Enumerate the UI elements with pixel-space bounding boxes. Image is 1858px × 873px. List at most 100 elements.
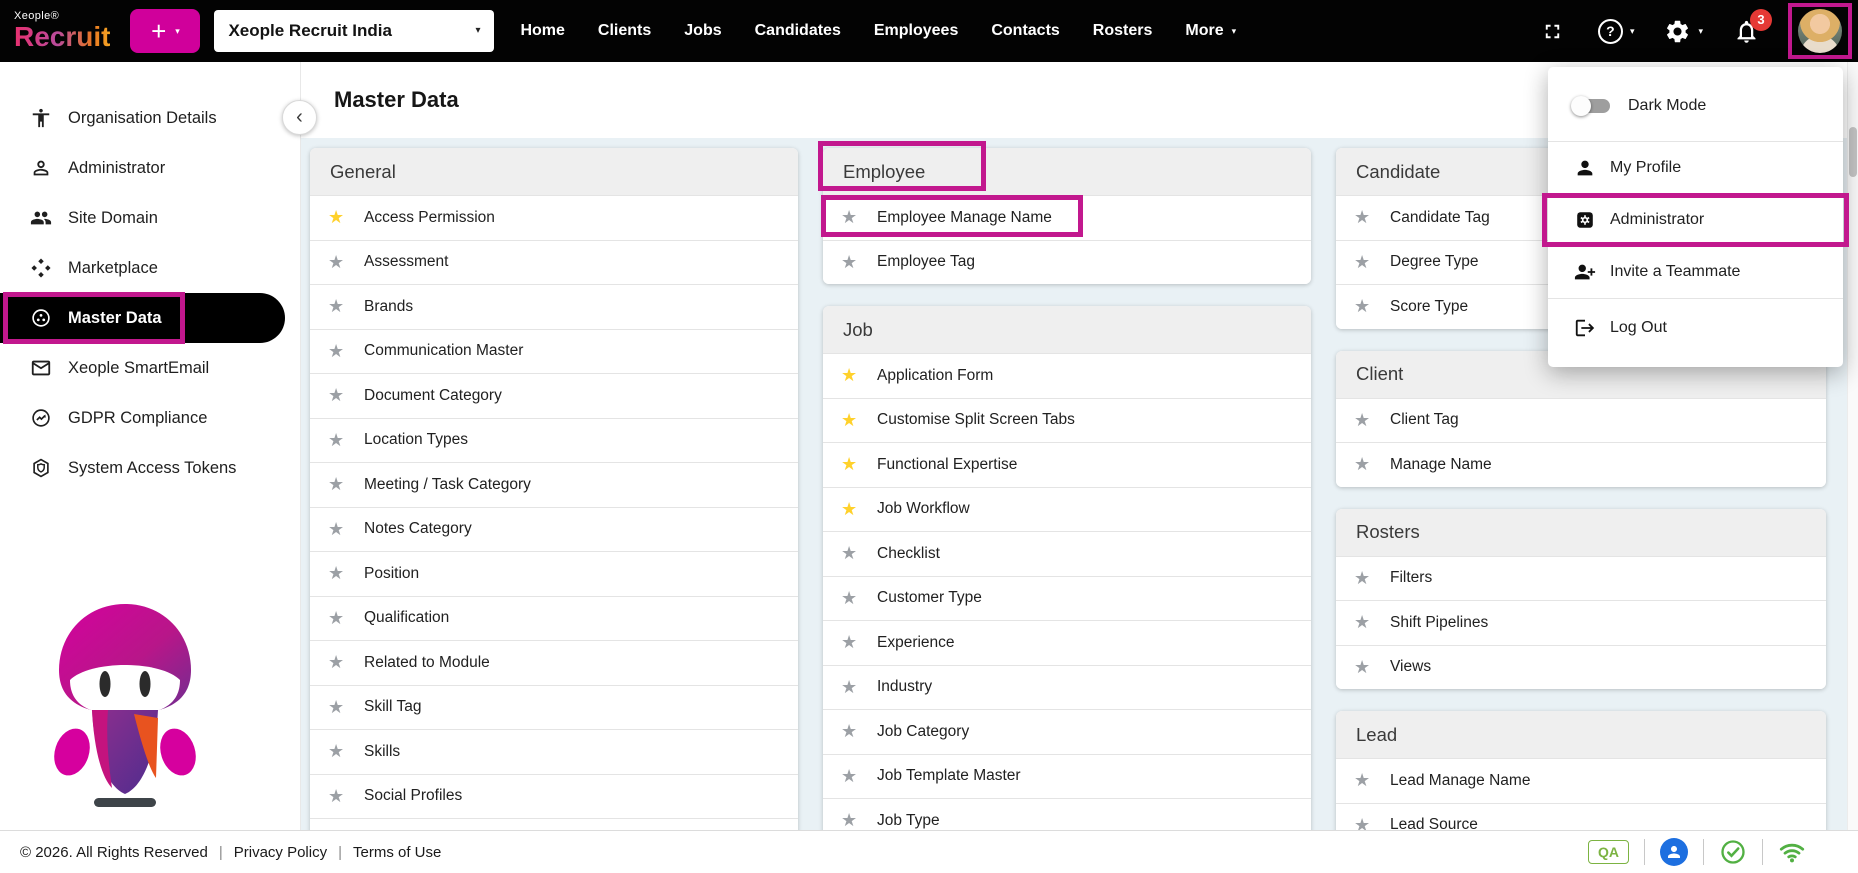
star-icon[interactable]: ★ bbox=[328, 341, 354, 362]
app-logo[interactable]: Xeople® Recruit bbox=[14, 11, 110, 51]
menu-item-invite-a-teammate[interactable]: Invite a Teammate bbox=[1548, 246, 1843, 298]
master-data-item-lead-source[interactable]: ★ Lead Source bbox=[1336, 802, 1826, 830]
master-data-item-checklist[interactable]: ★ Checklist bbox=[823, 531, 1311, 576]
dark-mode-toggle[interactable] bbox=[1571, 96, 1610, 116]
sidebar-item-organisation-details[interactable]: Organisation Details bbox=[0, 93, 300, 143]
star-icon[interactable]: ★ bbox=[841, 588, 867, 609]
star-icon[interactable]: ★ bbox=[328, 385, 354, 406]
master-data-item-location-types[interactable]: ★ Location Types bbox=[310, 417, 798, 462]
master-data-item-client-tag[interactable]: ★ Client Tag bbox=[1336, 397, 1826, 442]
master-data-item-manage-name[interactable]: ★ Manage Name bbox=[1336, 442, 1826, 487]
master-data-item-job-type[interactable]: ★ Job Type bbox=[823, 798, 1311, 830]
footer-link-privacy-policy[interactable]: Privacy Policy bbox=[234, 844, 327, 861]
master-data-item-job-workflow[interactable]: ★ Job Workflow bbox=[823, 486, 1311, 531]
master-data-item-application-form[interactable]: ★ Application Form bbox=[823, 353, 1311, 398]
star-icon[interactable]: ★ bbox=[841, 632, 867, 653]
user-avatar[interactable] bbox=[1798, 9, 1842, 53]
star-icon[interactable]: ★ bbox=[1354, 568, 1380, 589]
star-icon[interactable]: ★ bbox=[841, 365, 867, 386]
star-icon[interactable]: ★ bbox=[328, 608, 354, 629]
master-data-item-industry[interactable]: ★ Industry bbox=[823, 664, 1311, 709]
star-icon[interactable]: ★ bbox=[328, 786, 354, 807]
sidebar-item-master-data[interactable]: Master Data bbox=[0, 292, 300, 344]
sidebar-item-system-access-tokens[interactable]: System Access Tokens bbox=[0, 443, 300, 493]
star-icon[interactable]: ★ bbox=[841, 454, 867, 475]
organisation-selector[interactable]: Xeople Recruit India ▾ bbox=[214, 10, 495, 52]
master-data-item-communication-master[interactable]: ★ Communication Master bbox=[310, 328, 798, 373]
master-data-item-lead-manage-name[interactable]: ★ Lead Manage Name bbox=[1336, 758, 1826, 803]
fullscreen-icon[interactable] bbox=[1541, 20, 1564, 43]
star-icon[interactable]: ★ bbox=[841, 766, 867, 787]
master-data-item-notes-category[interactable]: ★ Notes Category bbox=[310, 506, 798, 551]
star-icon[interactable]: ★ bbox=[1354, 657, 1380, 678]
nav-item-rosters[interactable]: Rosters bbox=[1093, 22, 1153, 40]
master-data-item-social-profiles[interactable]: ★ Social Profiles bbox=[310, 773, 798, 818]
nav-item-clients[interactable]: Clients bbox=[598, 22, 651, 40]
star-icon[interactable]: ★ bbox=[1354, 410, 1380, 431]
menu-item-log-out[interactable]: Log Out bbox=[1548, 299, 1843, 357]
master-data-item-access-permission[interactable]: ★ Access Permission bbox=[310, 195, 798, 240]
star-icon[interactable]: ★ bbox=[328, 474, 354, 495]
master-data-item-job-template-master[interactable]: ★ Job Template Master bbox=[823, 753, 1311, 798]
master-data-item-document-category[interactable]: ★ Document Category bbox=[310, 373, 798, 418]
scrollbar-thumb[interactable] bbox=[1849, 127, 1857, 177]
star-icon[interactable]: ★ bbox=[328, 519, 354, 540]
star-icon[interactable]: ★ bbox=[841, 410, 867, 431]
star-icon[interactable]: ★ bbox=[841, 499, 867, 520]
star-icon[interactable]: ★ bbox=[1354, 296, 1380, 317]
sidebar-item-marketplace[interactable]: Marketplace bbox=[0, 243, 300, 293]
master-data-item-skills[interactable]: ★ Skills bbox=[310, 729, 798, 774]
menu-item-administrator[interactable]: Administrator bbox=[1542, 193, 1849, 247]
footer-link-terms-of-use[interactable]: Terms of Use bbox=[353, 844, 441, 861]
star-icon[interactable]: ★ bbox=[841, 721, 867, 742]
star-icon[interactable]: ★ bbox=[328, 741, 354, 762]
sidebar-item-site-domain[interactable]: Site Domain bbox=[0, 193, 300, 243]
sidebar-item-xeople-smartemail[interactable]: Xeople SmartEmail bbox=[0, 343, 300, 393]
star-icon[interactable]: ★ bbox=[328, 296, 354, 317]
master-data-item-views[interactable]: ★ Views bbox=[1336, 644, 1826, 689]
star-icon[interactable]: ★ bbox=[328, 563, 354, 584]
star-icon[interactable]: ★ bbox=[1354, 770, 1380, 791]
help-icon[interactable]: ? ▾ bbox=[1597, 18, 1634, 44]
star-icon[interactable]: ★ bbox=[328, 430, 354, 451]
star-icon[interactable]: ★ bbox=[841, 207, 867, 228]
nav-item-employees[interactable]: Employees bbox=[874, 22, 958, 40]
star-icon[interactable]: ★ bbox=[328, 207, 354, 228]
nav-item-jobs[interactable]: Jobs bbox=[684, 22, 721, 40]
nav-item-contacts[interactable]: Contacts bbox=[991, 22, 1059, 40]
master-data-item-position[interactable]: ★ Position bbox=[310, 551, 798, 596]
nav-item-candidates[interactable]: Candidates bbox=[755, 22, 841, 40]
sidebar-collapse-button[interactable]: ‹ bbox=[282, 100, 317, 135]
master-data-item-customer-type[interactable]: ★ Customer Type bbox=[823, 575, 1311, 620]
master-data-item[interactable]: ★ bbox=[310, 818, 798, 830]
master-data-item-customise-split-screen-tabs[interactable]: ★ Customise Split Screen Tabs bbox=[823, 397, 1311, 442]
settings-gear-icon[interactable]: ▾ bbox=[1664, 18, 1703, 45]
nav-item-more[interactable]: More ▾ bbox=[1185, 22, 1236, 40]
master-data-item-skill-tag[interactable]: ★ Skill Tag bbox=[310, 684, 798, 729]
menu-item-my-profile[interactable]: My Profile bbox=[1548, 142, 1843, 194]
star-icon[interactable]: ★ bbox=[328, 252, 354, 273]
master-data-item-meeting-task-category[interactable]: ★ Meeting / Task Category bbox=[310, 462, 798, 507]
quick-add-button[interactable]: + ▾ bbox=[130, 9, 201, 53]
star-icon[interactable]: ★ bbox=[1354, 207, 1380, 228]
master-data-item-functional-expertise[interactable]: ★ Functional Expertise bbox=[823, 442, 1311, 487]
master-data-item-related-to-module[interactable]: ★ Related to Module bbox=[310, 640, 798, 685]
notifications-bell-icon[interactable]: 3 bbox=[1733, 8, 1772, 45]
star-icon[interactable]: ★ bbox=[841, 810, 867, 830]
star-icon[interactable]: ★ bbox=[1354, 815, 1380, 830]
master-data-item-qualification[interactable]: ★ Qualification bbox=[310, 595, 798, 640]
master-data-item-shift-pipelines[interactable]: ★ Shift Pipelines bbox=[1336, 600, 1826, 645]
star-icon[interactable]: ★ bbox=[328, 697, 354, 718]
master-data-item-assessment[interactable]: ★ Assessment bbox=[310, 239, 798, 284]
sidebar-item-gdpr-compliance[interactable]: GDPR Compliance bbox=[0, 393, 300, 443]
nav-item-home[interactable]: Home bbox=[520, 22, 564, 40]
star-icon[interactable]: ★ bbox=[1354, 454, 1380, 475]
master-data-item-brands[interactable]: ★ Brands bbox=[310, 284, 798, 329]
master-data-item-experience[interactable]: ★ Experience bbox=[823, 620, 1311, 665]
star-icon[interactable]: ★ bbox=[1354, 612, 1380, 633]
star-icon[interactable]: ★ bbox=[328, 652, 354, 673]
master-data-item-filters[interactable]: ★ Filters bbox=[1336, 555, 1826, 600]
master-data-item-job-category[interactable]: ★ Job Category bbox=[823, 709, 1311, 754]
star-icon[interactable]: ★ bbox=[1354, 252, 1380, 273]
sidebar-item-administrator[interactable]: Administrator bbox=[0, 143, 300, 193]
